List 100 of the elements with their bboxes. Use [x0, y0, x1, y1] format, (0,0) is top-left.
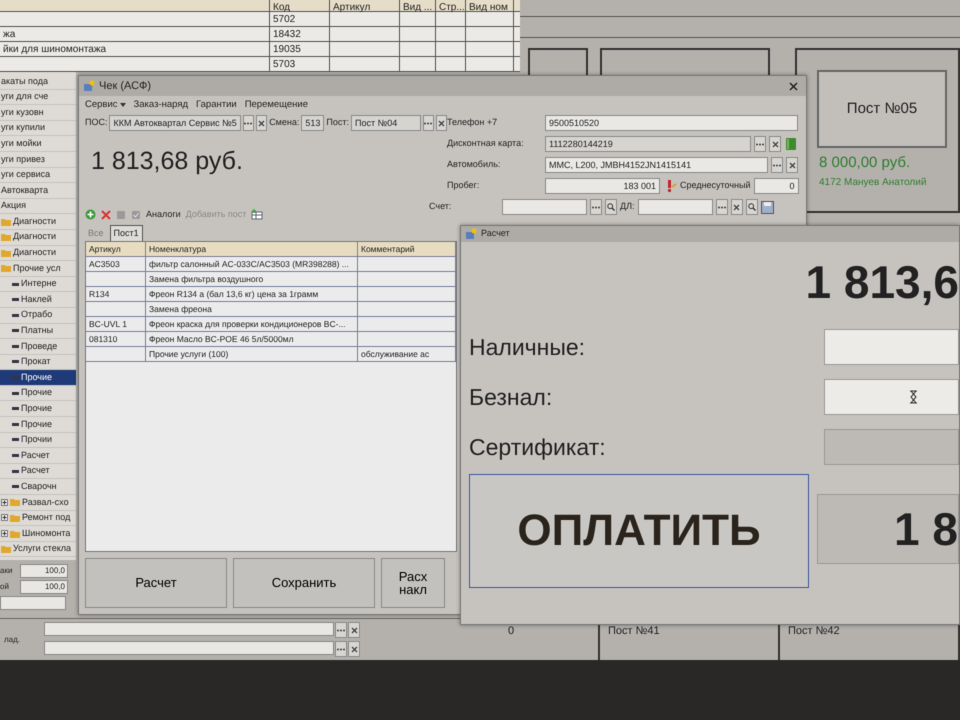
column-header: Артикул — [86, 242, 146, 256]
tree-item[interactable]: акаты пода — [0, 74, 76, 90]
menu-item[interactable]: Сервис — [85, 98, 126, 112]
field-label: Пост: — [326, 116, 349, 130]
choose-button[interactable] — [422, 115, 434, 131]
tree-item[interactable]: Диагности — [0, 230, 76, 246]
text-field[interactable] — [502, 199, 587, 215]
tree-item[interactable]: Расчет — [0, 464, 76, 480]
tree-item[interactable]: Прочии — [0, 432, 76, 448]
tree-item[interactable]: Услуги стекла — [0, 542, 76, 558]
menu-item[interactable]: Заказ-наряд — [134, 98, 188, 112]
input-field[interactable] — [824, 379, 959, 415]
text-field[interactable]: 513 — [301, 115, 324, 131]
table-cell: Замена фреона — [146, 302, 358, 316]
column-header: Код — [270, 0, 330, 11]
search-button[interactable] — [746, 199, 758, 215]
field-label: Среднесуточный — [680, 179, 751, 192]
ellipsis-icon — [773, 164, 781, 166]
check-icon[interactable] — [131, 210, 141, 220]
tree-item[interactable]: Автокварта — [0, 183, 76, 199]
choose-button[interactable] — [335, 622, 347, 638]
menu-item[interactable]: Перемещение — [244, 98, 308, 112]
post-button[interactable]: Пост №05 — [817, 70, 947, 148]
tree-item[interactable]: Интерне — [0, 276, 76, 292]
action-button[interactable]: Расх накл — [381, 558, 445, 608]
tree-item[interactable]: уги привез — [0, 152, 76, 168]
ellipsis-icon — [424, 122, 432, 124]
tree-item[interactable]: уги кузовн — [0, 105, 76, 121]
clear-button[interactable] — [436, 115, 448, 131]
leaf-icon — [12, 454, 19, 458]
tree-item[interactable]: Прочие — [0, 417, 76, 433]
app-icon — [83, 80, 95, 92]
tree-item[interactable]: Диагности — [0, 246, 76, 262]
table-add-icon[interactable] — [251, 209, 264, 220]
text-field[interactable]: MMC, L200, JMBH4152JN1415141 — [545, 157, 768, 173]
leaf-icon — [12, 298, 19, 302]
tree-item[interactable]: уги купили — [0, 120, 76, 136]
text-field[interactable]: 1112280144219 — [545, 136, 751, 152]
text-field[interactable]: ККМ Автоквартал Сервис №5 — [109, 115, 241, 131]
tree-item[interactable]: Прочие — [0, 401, 76, 418]
tree-item[interactable]: Ремонт под — [0, 510, 76, 526]
field-label: Пробег: — [447, 179, 480, 192]
table-cell: BC-UVL 1 — [86, 317, 146, 331]
clear-button[interactable] — [786, 157, 798, 173]
pay-button[interactable]: ОПЛАТИТЬ — [469, 474, 809, 588]
tree-item[interactable]: уги мойки — [0, 136, 76, 152]
action-button[interactable]: Расчет — [85, 558, 227, 608]
tree-item[interactable]: Прочие — [0, 370, 76, 386]
text-field[interactable]: 183 001 — [545, 178, 660, 194]
input-field[interactable] — [44, 622, 334, 636]
text-field[interactable]: 0 — [754, 178, 799, 194]
post-master: 4172 Мануев Анатолий — [819, 176, 928, 190]
table-cell: 5703 — [270, 57, 330, 71]
tree-item[interactable]: уги для сче — [0, 90, 76, 106]
choose-button[interactable] — [754, 136, 766, 152]
save-icon[interactable] — [760, 200, 774, 214]
search-button[interactable] — [605, 199, 617, 215]
tree-item[interactable]: Сварочн — [0, 479, 76, 496]
choose-button[interactable] — [716, 199, 728, 215]
clear-button[interactable] — [348, 641, 360, 657]
choose-button[interactable] — [771, 157, 783, 173]
tree-item[interactable]: Расчет — [0, 448, 76, 464]
leaf-icon — [12, 485, 19, 488]
tree-item[interactable]: Наклей — [0, 292, 76, 308]
choose-button[interactable] — [242, 115, 254, 131]
clear-button[interactable] — [730, 199, 743, 215]
number-field[interactable]: 100,0 — [20, 580, 68, 594]
choose-button[interactable] — [590, 199, 602, 215]
tree-item[interactable]: Прочие усл — [0, 261, 76, 277]
input-field[interactable] — [0, 596, 66, 610]
tree-item[interactable]: Платны — [0, 324, 76, 340]
table-cell: 19035 — [270, 42, 330, 56]
clear-button[interactable] — [256, 115, 268, 131]
leaf-icon — [12, 360, 19, 364]
tree-item[interactable]: Проведе — [0, 339, 76, 355]
delete-icon[interactable] — [101, 210, 111, 220]
table-cell: фильтр салонный AC-033C/AC3503 (MR398288) ... — [146, 257, 358, 271]
app-icon — [465, 228, 477, 240]
tree-item[interactable]: Прочие — [0, 386, 76, 402]
text-field[interactable]: Пост №04 — [351, 115, 421, 131]
tree-item[interactable]: Диагности — [0, 214, 76, 230]
ellipsis-icon — [718, 206, 726, 208]
tree-item[interactable]: Шиномонта — [0, 526, 76, 542]
tree-item[interactable]: Акция — [0, 198, 76, 214]
input-field[interactable] — [824, 329, 959, 365]
clear-button[interactable] — [348, 622, 360, 638]
add-icon[interactable] — [85, 209, 96, 220]
tab[interactable]: Пост1 — [110, 224, 143, 241]
toolbar-button[interactable]: Аналоги — [146, 208, 181, 222]
clear-button[interactable] — [769, 136, 781, 152]
input-field[interactable] — [44, 641, 334, 655]
tree-item[interactable]: Отрабо — [0, 308, 76, 324]
menu-item[interactable]: Гарантии — [196, 98, 237, 112]
number-field[interactable]: 100,0 — [20, 564, 68, 578]
text-field[interactable] — [638, 199, 713, 215]
choose-button[interactable] — [335, 641, 347, 657]
action-button[interactable]: Сохранить — [233, 558, 375, 608]
tree-item[interactable]: уги сервиса — [0, 168, 76, 184]
text-field[interactable]: 9500510520 — [545, 115, 798, 131]
tree-item[interactable]: Развал-схо — [0, 495, 76, 511]
